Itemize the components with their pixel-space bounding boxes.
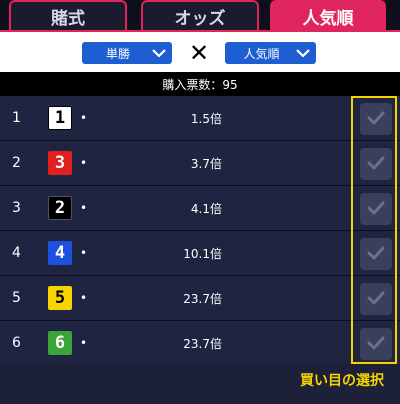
horse-number-badge: 6 [48, 331, 72, 355]
odds-value: 23.7倍 [183, 336, 222, 351]
checkmark-icon [367, 155, 385, 174]
bullet-dot: • [80, 111, 88, 125]
popularity-rank: 6 [12, 335, 21, 351]
odds-row: 4 4 • 10.1倍 [0, 231, 400, 276]
bet-type-dropdown[interactable]: 単勝 [82, 42, 172, 64]
bet-tabs: 賭式 オッズ 人気順 [0, 0, 400, 30]
sort-order-label: 人気順 [243, 46, 280, 61]
bullet-dot: • [80, 156, 88, 170]
odds-value: 4.1倍 [190, 201, 222, 216]
checkmark-icon [367, 245, 385, 264]
checkmark-icon [367, 200, 385, 219]
checkmark-icon [367, 290, 385, 309]
horse-number-badge: 3 [48, 151, 72, 175]
horse-number-badge: 5 [48, 286, 72, 310]
checkmark-icon [367, 335, 385, 354]
odds-value: 1.5倍 [190, 111, 222, 126]
select-checkbox[interactable] [360, 148, 392, 180]
odds-row: 2 3 • 3.7倍 [0, 141, 400, 186]
odds-row: 3 2 • 4.1倍 [0, 186, 400, 231]
checkmark-icon [367, 110, 385, 129]
popularity-rank: 3 [12, 200, 21, 216]
tab-odds[interactable]: オッズ [141, 0, 259, 30]
bet-type-label: 単勝 [105, 46, 130, 61]
odds-row: 5 5 • 23.7倍 [0, 276, 400, 321]
odds-value: 23.7倍 [183, 291, 222, 306]
bullet-dot: • [80, 336, 88, 350]
bullet-dot: • [80, 291, 88, 305]
select-checkbox[interactable] [360, 103, 392, 135]
popularity-rank: 5 [12, 290, 21, 306]
popularity-rank: 2 [12, 155, 21, 171]
selector-bar: 単勝 ✕ 人気順 [0, 30, 400, 72]
ticket-count: 購入票数：95 [0, 72, 400, 96]
odds-value: 10.1倍 [183, 246, 222, 261]
select-checkbox[interactable] [360, 283, 392, 315]
tab-popularity[interactable]: 人気順 [270, 0, 386, 30]
odds-row: 1 1 • 1.5倍 [0, 96, 400, 141]
horse-number-badge: 2 [48, 196, 72, 220]
bullet-dot: • [80, 201, 88, 215]
chevron-down-icon [290, 48, 316, 58]
footer: 買い目の選択 [0, 364, 400, 404]
selection-hint: 買い目の選択 [300, 373, 384, 389]
cross-separator: ✕ [188, 39, 210, 67]
selection-column [351, 96, 397, 364]
tab-bet-type[interactable]: 賭式 [9, 0, 127, 30]
bullet-dot: • [80, 246, 88, 260]
odds-value: 3.7倍 [190, 156, 222, 171]
select-checkbox[interactable] [360, 328, 392, 360]
select-checkbox[interactable] [360, 238, 392, 270]
chevron-down-icon [146, 48, 172, 58]
sort-order-dropdown[interactable]: 人気順 [225, 42, 316, 64]
popularity-rank: 4 [12, 245, 21, 261]
horse-number-badge: 4 [48, 241, 72, 265]
popularity-rank: 1 [12, 110, 21, 126]
select-checkbox[interactable] [360, 193, 392, 225]
horse-number-badge: 1 [48, 106, 72, 130]
odds-list: 1 1 • 1.5倍 2 3 • 3.7倍 3 2 • 4.1倍 4 4 • 10.1倍 5 5 • 23.7倍 6 6 •… [0, 96, 400, 366]
odds-row: 6 6 • 23.7倍 [0, 321, 400, 366]
